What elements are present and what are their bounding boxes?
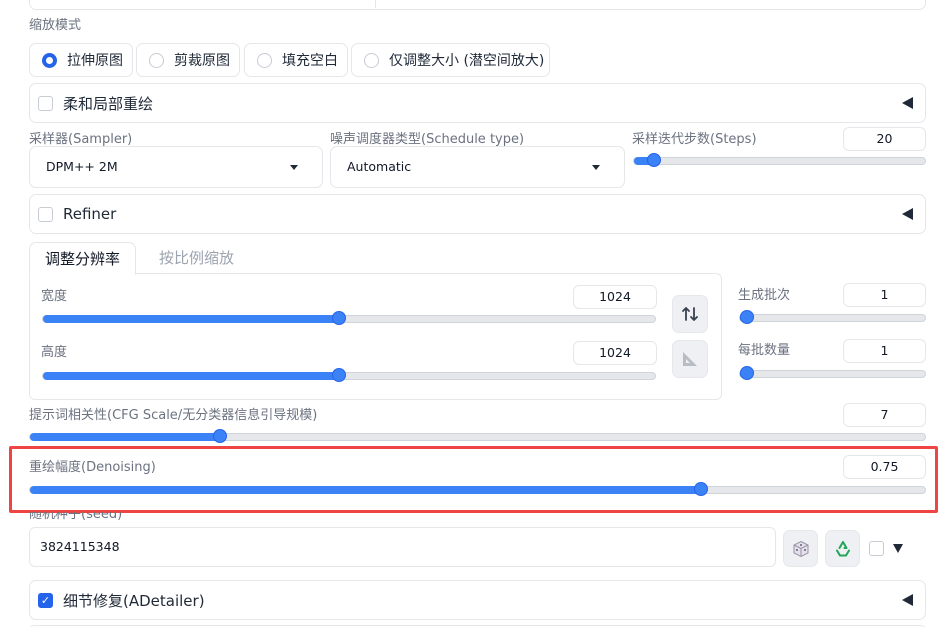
extra-seed-checkbox[interactable] bbox=[869, 541, 884, 556]
height-slider-fill bbox=[43, 372, 339, 380]
seed-value: 3824115348 bbox=[40, 539, 120, 554]
swap-dimensions-button[interactable] bbox=[672, 295, 708, 333]
refiner-checkbox[interactable] bbox=[38, 206, 53, 222]
radio-option-label: 仅调整大小 (潜空间放大) bbox=[389, 53, 545, 69]
collapse-arrow-icon[interactable] bbox=[902, 208, 913, 220]
resize-mode-option-fill[interactable]: 填充空白 bbox=[244, 43, 348, 77]
width-slider[interactable] bbox=[42, 311, 656, 325]
dice-icon bbox=[793, 540, 808, 557]
adetailer-label: 细节修复(ADetailer) bbox=[63, 591, 205, 610]
width-slider-fill bbox=[43, 315, 339, 323]
batch-size-input[interactable]: 1 bbox=[843, 339, 926, 363]
sampler-value: DPM++ 2M bbox=[46, 159, 118, 174]
prev-section-divider bbox=[375, 0, 376, 8]
height-slider-thumb[interactable] bbox=[332, 368, 346, 382]
radio-option-label: 拉伸原图 bbox=[67, 53, 123, 69]
width-label: 宽度 bbox=[41, 289, 68, 304]
batch-count-input[interactable]: 1 bbox=[843, 283, 926, 307]
resize-mode-option-latent[interactable]: 仅调整大小 (潜空间放大) bbox=[351, 43, 550, 77]
sampler-label: 采样器(Sampler) bbox=[29, 132, 133, 147]
soft-inpainting-checkbox[interactable] bbox=[38, 95, 53, 111]
radio-selected-icon bbox=[42, 52, 57, 68]
chevron-down-icon bbox=[290, 165, 298, 170]
batch-size-slider-thumb[interactable] bbox=[740, 366, 754, 380]
adetailer-checkbox[interactable]: ✓ bbox=[38, 592, 53, 608]
collapse-arrow-icon[interactable] bbox=[902, 594, 913, 606]
batch-size-label: 每批数量 bbox=[738, 343, 791, 358]
schedule-type-value: Automatic bbox=[347, 159, 412, 174]
batch-count-slider-thumb[interactable] bbox=[740, 310, 754, 324]
steps-slider[interactable] bbox=[633, 153, 926, 167]
aspect-ratio-button[interactable] bbox=[672, 340, 708, 378]
recycle-icon bbox=[835, 540, 850, 556]
width-slider-thumb[interactable] bbox=[332, 311, 346, 325]
refiner-accordion[interactable]: Refiner bbox=[29, 194, 926, 234]
steps-input[interactable]: 20 bbox=[843, 127, 926, 151]
triangle-ruler-icon bbox=[683, 352, 697, 366]
resize-mode-label: 缩放模式 bbox=[29, 18, 82, 33]
adetailer-accordion[interactable]: ✓ 细节修复(ADetailer) bbox=[29, 580, 926, 620]
chevron-down-icon bbox=[592, 165, 600, 170]
cfg-scale-label: 提示词相关性(CFG Scale/无分类器信息引导规模) bbox=[29, 408, 318, 423]
collapse-arrow-icon[interactable] bbox=[902, 97, 913, 109]
sampler-dropdown[interactable]: DPM++ 2M bbox=[29, 146, 323, 188]
cfg-scale-slider[interactable] bbox=[29, 429, 926, 443]
reuse-seed-button[interactable] bbox=[825, 530, 860, 567]
soft-inpainting-accordion[interactable]: 柔和局部重绘 bbox=[29, 83, 926, 123]
tab-resize-to[interactable]: 调整分辨率 bbox=[29, 242, 137, 275]
height-slider[interactable] bbox=[42, 368, 656, 382]
batch-count-label: 生成批次 bbox=[738, 288, 791, 303]
random-seed-button[interactable] bbox=[783, 530, 818, 567]
height-input[interactable]: 1024 bbox=[573, 341, 657, 365]
batch-count-slider[interactable] bbox=[739, 310, 926, 324]
seed-label: 随机种子(seed) bbox=[29, 512, 123, 522]
tab-resize-by[interactable]: 按比例缩放 bbox=[144, 242, 249, 274]
denoising-slider-thumb[interactable] bbox=[694, 482, 708, 496]
resize-mode-option-crop[interactable]: 剪裁原图 bbox=[136, 43, 240, 77]
width-input[interactable]: 1024 bbox=[573, 285, 657, 309]
expand-triangle-icon[interactable] bbox=[893, 544, 903, 553]
resize-mode-option-stretch[interactable]: 拉伸原图 bbox=[29, 43, 133, 77]
schedule-type-dropdown[interactable]: Automatic bbox=[330, 146, 625, 188]
radio-option-label: 剪裁原图 bbox=[174, 53, 230, 69]
swap-dimensions-icon bbox=[682, 307, 698, 321]
steps-label: 采样迭代步数(Steps) bbox=[632, 132, 757, 147]
schedule-type-label: 噪声调度器类型(Schedule type) bbox=[330, 132, 525, 147]
cfg-scale-slider-thumb[interactable] bbox=[213, 429, 227, 443]
denoising-input[interactable]: 0.75 bbox=[843, 455, 926, 479]
cfg-scale-input[interactable]: 7 bbox=[843, 403, 926, 427]
batch-size-slider[interactable] bbox=[739, 366, 926, 380]
seed-input[interactable]: 3824115348 bbox=[29, 527, 776, 567]
tab-label: 调整分辨率 bbox=[45, 250, 121, 268]
prev-section-bottom bbox=[29, 0, 926, 10]
denoising-label: 重绘幅度(Denoising) bbox=[29, 460, 156, 475]
steps-slider-thumb[interactable] bbox=[647, 153, 661, 167]
radio-icon bbox=[257, 52, 272, 68]
tab-label: 按比例缩放 bbox=[159, 249, 235, 267]
height-label: 高度 bbox=[41, 345, 68, 360]
refiner-label: Refiner bbox=[63, 205, 117, 223]
radio-icon bbox=[364, 52, 379, 68]
soft-inpainting-label: 柔和局部重绘 bbox=[63, 94, 154, 113]
cfg-scale-slider-fill bbox=[30, 433, 220, 441]
radio-icon bbox=[149, 52, 164, 68]
radio-option-label: 填充空白 bbox=[282, 53, 338, 69]
denoising-slider[interactable] bbox=[29, 482, 926, 496]
denoising-slider-fill bbox=[30, 486, 701, 494]
